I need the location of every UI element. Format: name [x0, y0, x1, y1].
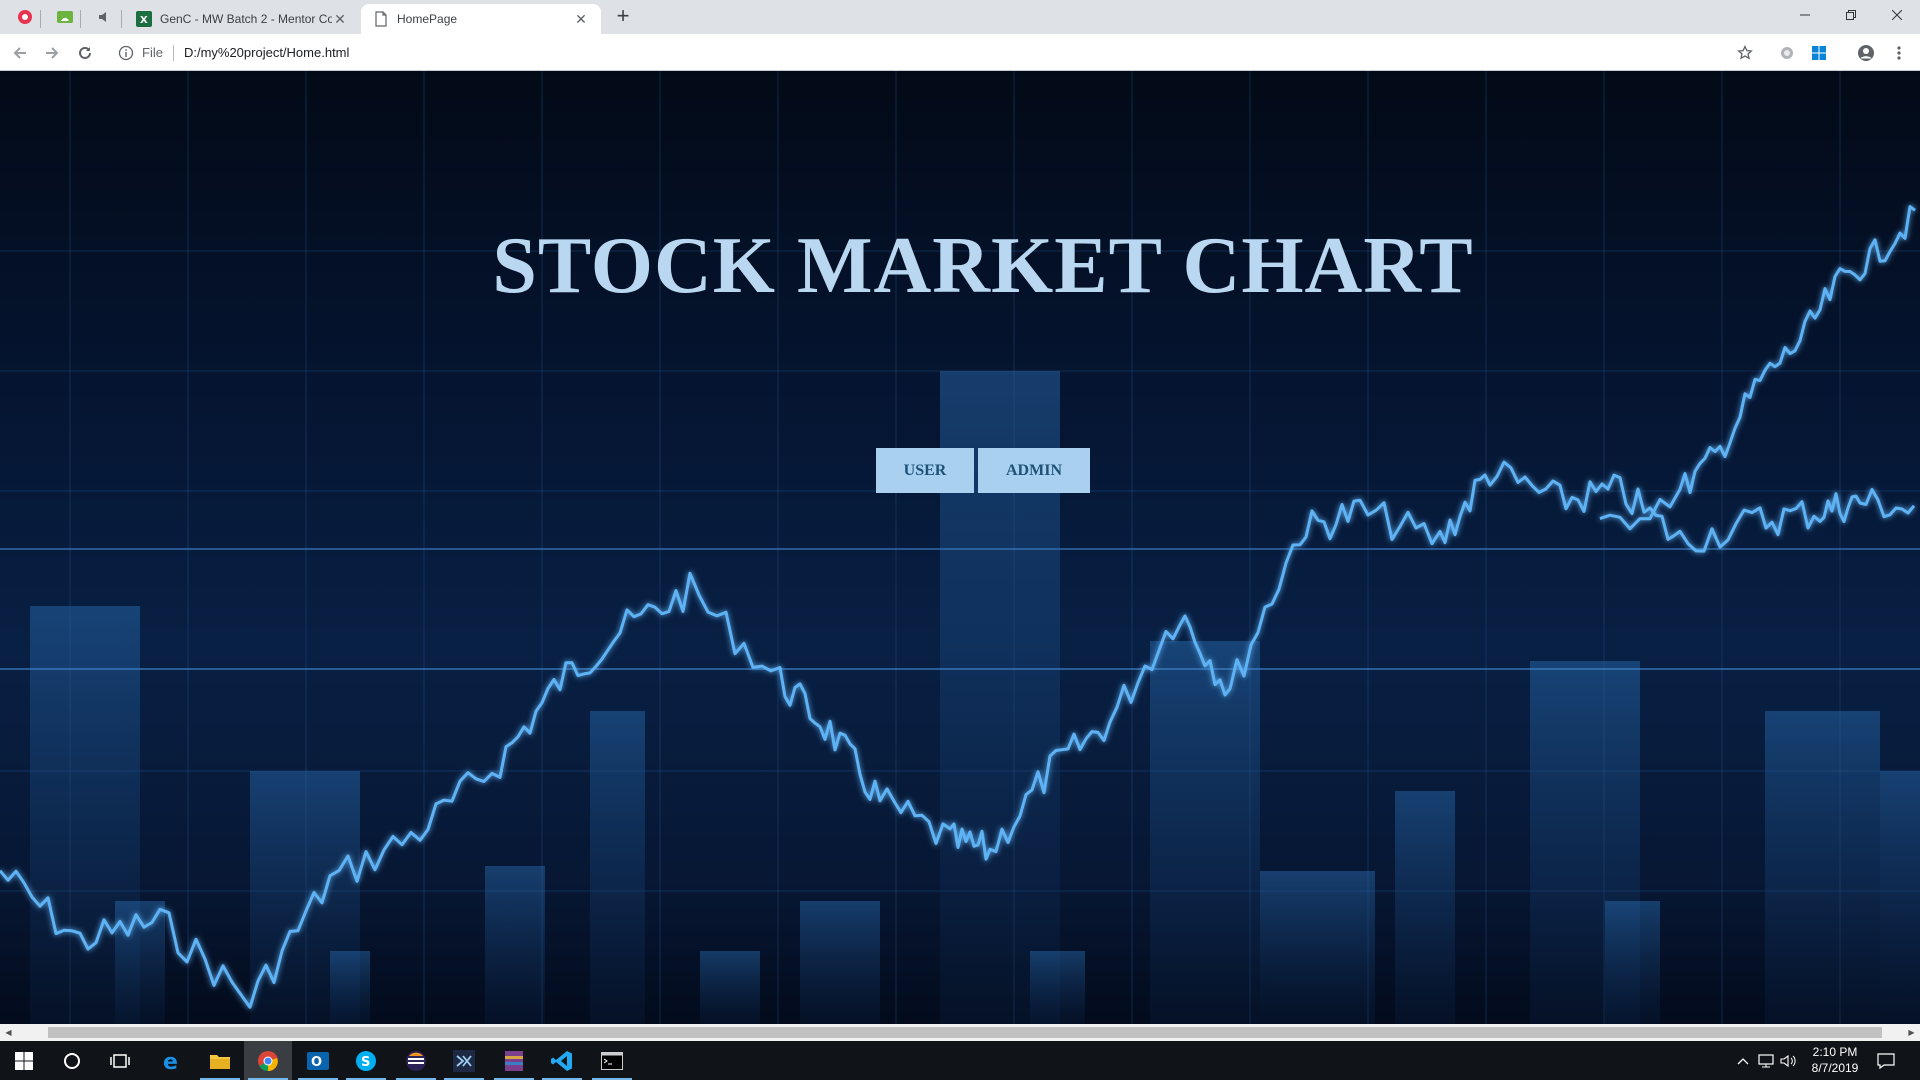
taskbar-app-command-prompt[interactable]: [588, 1041, 636, 1080]
browser-toolbar: File D:/my%20project/Home.html: [0, 34, 1920, 71]
terminal-icon: [601, 1051, 623, 1070]
stock-chart-background-image: [0, 71, 1920, 1024]
info-icon[interactable]: [118, 45, 134, 61]
windows-taskbar: e O S 2:10 PM 8/7/2019: [0, 1041, 1920, 1080]
folder-icon: [210, 1054, 230, 1069]
windows-icon: [1812, 46, 1826, 60]
svg-text:☁: ☁: [60, 14, 69, 24]
scroll-right-arrow-icon[interactable]: ▶: [1903, 1024, 1920, 1041]
start-button[interactable]: [0, 1041, 48, 1080]
minimize-icon: [1800, 14, 1810, 16]
svg-text:X: X: [140, 15, 148, 26]
star-icon: [1737, 45, 1753, 60]
restore-icon: [1846, 10, 1856, 20]
windows-logo-icon: [15, 1051, 33, 1070]
edge-icon: e: [163, 1050, 178, 1072]
page-title: STOCK MARKET CHART: [492, 222, 1474, 310]
reload-button[interactable]: [71, 39, 99, 67]
excel-icon: X: [136, 11, 152, 27]
pinned-tab-muted[interactable]: [94, 6, 116, 28]
address-bar[interactable]: File D:/my%20project/Home.html: [108, 38, 1758, 67]
forward-button[interactable]: [38, 39, 66, 67]
pinned-tab-extension[interactable]: ☁: [54, 6, 76, 28]
network-tray-button[interactable]: [1755, 1041, 1777, 1080]
document-icon: [375, 11, 387, 27]
cortana-search-button[interactable]: [48, 1041, 96, 1080]
taskbar-app-winrar[interactable]: [490, 1041, 538, 1080]
close-tab-icon[interactable]: ✕: [573, 11, 589, 27]
scrollbar-thumb[interactable]: [48, 1027, 1882, 1038]
task-view-button[interactable]: [96, 1041, 144, 1080]
new-tab-button[interactable]: +: [612, 5, 634, 28]
svg-text:O: O: [311, 1055, 322, 1070]
url-text[interactable]: D:/my%20project/Home.html: [184, 45, 349, 60]
taskbar-app-eclipse[interactable]: [392, 1041, 440, 1080]
admin-button[interactable]: ADMIN: [978, 448, 1090, 493]
profile-button[interactable]: [1855, 42, 1877, 64]
speaker-icon: [99, 12, 106, 22]
show-hidden-icons-button[interactable]: [1731, 1041, 1755, 1080]
tab-title: HomePage: [397, 12, 458, 26]
extension-circle-icon: [1781, 47, 1793, 59]
notification-icon: [1877, 1052, 1895, 1069]
task-view-icon: [110, 1053, 130, 1068]
account-icon: [1858, 45, 1874, 61]
back-button[interactable]: [6, 39, 34, 67]
more-vert-icon: [1897, 46, 1901, 60]
restore-button[interactable]: [1828, 2, 1874, 28]
taskbar-app-visual-studio[interactable]: [440, 1041, 488, 1080]
close-window-button[interactable]: [1874, 2, 1920, 28]
taskbar-app-vscode[interactable]: [538, 1041, 586, 1080]
record-icon: [18, 10, 32, 24]
network-icon: [1758, 1053, 1774, 1067]
taskbar-app-chrome[interactable]: [244, 1041, 292, 1080]
scroll-left-arrow-icon[interactable]: ◀: [0, 1024, 17, 1041]
arrow-right-icon: [46, 47, 59, 59]
scheme-label: File: [142, 45, 163, 60]
close-icon: [1892, 10, 1902, 20]
cloud-icon: ☁: [57, 11, 73, 24]
taskbar-app-outlook[interactable]: O: [294, 1041, 342, 1080]
chrome-icon: [258, 1050, 278, 1071]
browser-menu-button[interactable]: [1888, 42, 1910, 64]
horizontal-scrollbar[interactable]: ◀ ▶: [0, 1024, 1920, 1041]
tab-title: GenC - MW Batch 2 - Mentor Co: [160, 12, 332, 26]
reload-icon: [79, 46, 91, 59]
search-circle-icon: [64, 1052, 80, 1069]
skype-icon: S: [356, 1050, 376, 1071]
close-tab-icon[interactable]: ✕: [332, 11, 348, 27]
svg-text:e: e: [163, 1050, 178, 1072]
extension-button[interactable]: [1776, 42, 1798, 64]
arrow-left-icon: [13, 47, 26, 59]
windows-extension-button[interactable]: [1808, 42, 1830, 64]
winrar-icon: [505, 1050, 523, 1071]
tab-genc-mw-batch[interactable]: X GenC - MW Batch 2 - Mentor Co ✕: [124, 4, 360, 34]
minimize-button[interactable]: [1782, 2, 1828, 28]
svg-text:S: S: [361, 1055, 370, 1070]
taskbar-app-edge[interactable]: e: [148, 1041, 196, 1080]
page-viewport: STOCK MARKET CHART USER ADMIN: [0, 71, 1920, 1024]
visual-studio-icon: [453, 1049, 475, 1072]
divider: [172, 44, 174, 61]
taskbar-app-file-explorer[interactable]: [196, 1041, 244, 1080]
pinned-tab-recorder[interactable]: [14, 6, 36, 28]
user-button[interactable]: USER: [876, 448, 974, 493]
eclipse-icon: [406, 1050, 426, 1071]
tab-strip: ☁ X GenC - MW Batch 2 - Mentor Co ✕ Home…: [0, 0, 1920, 34]
vscode-icon: [551, 1050, 572, 1071]
action-center-button[interactable]: [1862, 1041, 1910, 1080]
tab-homepage[interactable]: HomePage ✕: [361, 4, 601, 34]
outlook-icon: O: [307, 1051, 329, 1070]
bookmark-star-button[interactable]: [1734, 42, 1756, 64]
taskbar-app-skype[interactable]: S: [342, 1041, 390, 1080]
chevron-up-icon: [1737, 1057, 1749, 1064]
